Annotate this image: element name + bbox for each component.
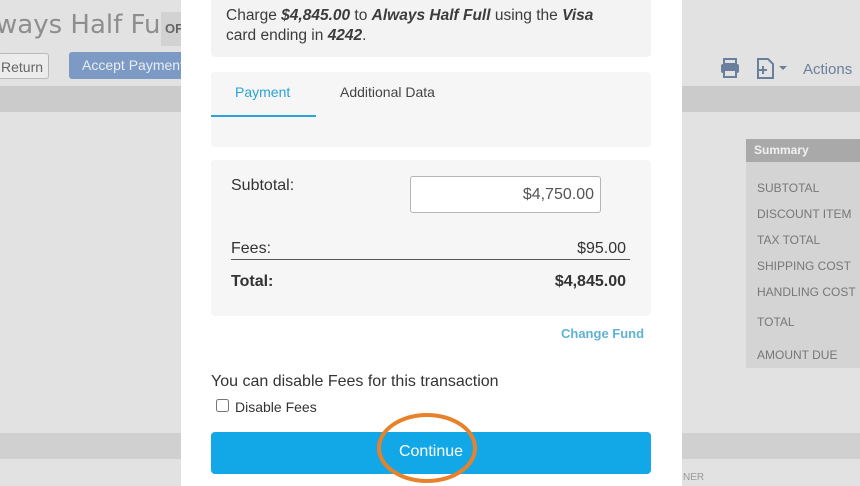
active-tab-indicator — [211, 115, 316, 117]
continue-label: Continue — [398, 443, 464, 460]
charge-summary: Charge $4,845.00 to Always Half Full usi… — [211, 0, 651, 57]
actions-menu[interactable]: Actions — [803, 61, 852, 78]
subtotal-label: Subtotal: — [231, 177, 295, 194]
card-text: card ending in — [226, 27, 328, 44]
charge-using: using the — [490, 7, 563, 24]
fees-divider — [231, 259, 630, 260]
charge-to: to — [350, 7, 372, 24]
fees-value: $95.00 — [577, 240, 626, 257]
payment-modal: Charge $4,845.00 to Always Half Full usi… — [181, 0, 682, 486]
record-title: ways Half Full — [0, 10, 175, 40]
summary-panel: Summary SUBTOTAL DISCOUNT ITEM TAX TOTAL… — [746, 139, 860, 368]
summary-row: TOTAL — [757, 315, 795, 329]
summary-row: AMOUNT DUE — [757, 348, 838, 362]
disable-fees-label[interactable]: Disable Fees — [235, 399, 317, 415]
charge-customer: Always Half Full — [371, 7, 491, 24]
change-fund-link[interactable]: Change Fund — [561, 326, 644, 341]
tab-bar: Payment Additional Data — [211, 72, 651, 147]
total-label: Total: — [231, 273, 274, 290]
tab-payment[interactable]: Payment — [235, 84, 290, 100]
summary-header: Summary — [746, 139, 860, 162]
export-icon[interactable] — [754, 56, 788, 80]
continue-button[interactable]: Continue — [211, 432, 651, 474]
summary-row: SUBTOTAL — [757, 181, 820, 195]
return-button[interactable]: Return — [0, 53, 49, 79]
summary-row: SHIPPING COST — [757, 259, 852, 273]
card-brand: Visa — [562, 7, 594, 24]
charge-prefix: Charge — [226, 7, 282, 24]
summary-row: DISCOUNT ITEM — [757, 207, 852, 221]
card-last4: 4242 — [327, 27, 363, 44]
summary-row: TAX TOTAL — [757, 233, 821, 247]
total-value: $4,845.00 — [554, 273, 626, 290]
fees-label: Fees: — [231, 240, 272, 257]
summary-row: HANDLING COST — [757, 285, 856, 299]
accept-payment-button[interactable]: Accept Payment — [69, 52, 193, 79]
disable-fees-checkbox[interactable] — [216, 399, 229, 412]
charge-amount: $4,845.00 — [281, 7, 351, 24]
print-icon[interactable] — [719, 57, 741, 79]
subtotal-input[interactable] — [410, 176, 601, 213]
tab-additional-data[interactable]: Additional Data — [340, 84, 435, 100]
charge-period: . — [362, 27, 367, 44]
disable-fees-note: You can disable Fees for this transactio… — [211, 373, 499, 390]
footer-text: NER — [683, 472, 705, 483]
